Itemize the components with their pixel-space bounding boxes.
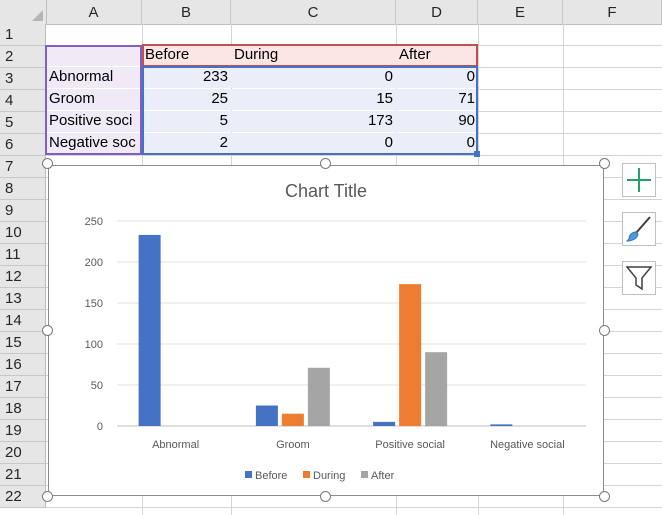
bar-before-2[interactable] xyxy=(255,405,278,427)
row-header-15[interactable]: 15 xyxy=(0,332,46,354)
row-header-5[interactable]: 5 xyxy=(0,112,46,134)
y-tick-label: 100 xyxy=(85,339,103,351)
row-header-13[interactable]: 13 xyxy=(0,288,46,310)
row-header-10[interactable]: 10 xyxy=(0,222,46,244)
chart-filters-button[interactable] xyxy=(622,261,656,295)
row-header-3[interactable]: 3 xyxy=(0,68,46,90)
column-header-d[interactable]: D xyxy=(396,0,478,24)
row-header-11[interactable]: 11 xyxy=(0,244,46,266)
bar-after-3[interactable] xyxy=(425,352,448,426)
chart-resize-handle-top-left[interactable] xyxy=(42,158,53,169)
legend-swatch-during xyxy=(303,471,310,478)
chart-resize-handle-top[interactable] xyxy=(320,158,331,169)
y-tick-label: 0 xyxy=(97,421,103,433)
row-header-20[interactable]: 20 xyxy=(0,442,46,464)
chart-resize-handle-bottom-left[interactable] xyxy=(42,491,53,502)
column-header-f[interactable]: F xyxy=(563,0,662,24)
series-name-range-outline xyxy=(142,44,478,67)
range-resize-handle[interactable] xyxy=(474,151,480,157)
x-category-label: Positive social xyxy=(375,439,445,451)
row-header-8[interactable]: 8 xyxy=(0,178,46,200)
bar-before-1[interactable] xyxy=(138,234,161,426)
row-header-7[interactable]: 7 xyxy=(0,156,46,178)
row-header-12[interactable]: 12 xyxy=(0,266,46,288)
funnel-icon xyxy=(625,266,653,291)
row-header-14[interactable]: 14 xyxy=(0,310,46,332)
bar-during-3[interactable] xyxy=(399,284,422,426)
chart-resize-handle-bottom[interactable] xyxy=(320,491,331,502)
gridline xyxy=(46,155,662,156)
y-tick-label: 250 xyxy=(85,216,103,228)
column-chart: Chart Title 0 50 100 150 200 250 Abnormal Groo… xyxy=(85,181,586,482)
values-range-outline xyxy=(142,66,478,155)
chart-resize-handle-right[interactable] xyxy=(599,325,610,336)
chart-resize-handle-left[interactable] xyxy=(42,325,53,336)
bar-before-4[interactable] xyxy=(490,424,513,426)
row-header-21[interactable]: 21 xyxy=(0,464,46,486)
x-category-label: Negative social xyxy=(490,439,565,451)
row-header-22[interactable]: 22 xyxy=(0,486,46,508)
legend-swatch-before xyxy=(245,471,252,478)
row-header-4[interactable]: 4 xyxy=(0,90,46,112)
chart-elements-button[interactable] xyxy=(622,163,656,197)
y-tick-label: 200 xyxy=(85,257,103,269)
column-header-a[interactable]: A xyxy=(46,0,142,24)
plus-icon xyxy=(627,168,651,192)
column-header-e[interactable]: E xyxy=(478,0,563,24)
row-header-16[interactable]: 16 xyxy=(0,354,46,376)
legend-swatch-after xyxy=(361,471,368,478)
chart-area[interactable]: Chart Title 0 50 100 150 200 250 Abnormal Groo… xyxy=(48,165,604,496)
row-header-19[interactable]: 19 xyxy=(0,420,46,442)
row-header-9[interactable]: 9 xyxy=(0,200,46,222)
select-all-corner[interactable] xyxy=(0,0,47,24)
chart-resize-handle-bottom-right[interactable] xyxy=(599,491,610,502)
row-header-17[interactable]: 17 xyxy=(0,376,46,398)
row-header-18[interactable]: 18 xyxy=(0,398,46,420)
bar-during-2[interactable] xyxy=(281,413,304,426)
bar-after-2[interactable] xyxy=(307,367,330,426)
gridline xyxy=(46,507,662,508)
chart-styles-button[interactable] xyxy=(622,212,656,246)
x-category-label: Groom xyxy=(276,439,310,451)
column-header-c[interactable]: C xyxy=(231,0,396,24)
row-header-2[interactable]: 2 xyxy=(0,46,46,68)
row-header-1[interactable]: 1 xyxy=(0,24,46,46)
legend-label-before[interactable]: Before xyxy=(255,470,287,482)
legend-label-after[interactable]: After xyxy=(371,470,395,482)
paintbrush-icon xyxy=(625,216,651,242)
chart-resize-handle-top-right[interactable] xyxy=(599,158,610,169)
category-range-outline xyxy=(45,45,142,155)
legend-label-during[interactable]: During xyxy=(313,470,345,482)
x-category-label: Abnormal xyxy=(152,439,199,451)
column-header-b[interactable]: B xyxy=(142,0,231,24)
bar-before-3[interactable] xyxy=(373,421,396,426)
y-tick-label: 50 xyxy=(91,380,103,392)
y-tick-label: 150 xyxy=(85,298,103,310)
row-header-6[interactable]: 6 xyxy=(0,134,46,156)
chart-title[interactable]: Chart Title xyxy=(285,181,367,201)
